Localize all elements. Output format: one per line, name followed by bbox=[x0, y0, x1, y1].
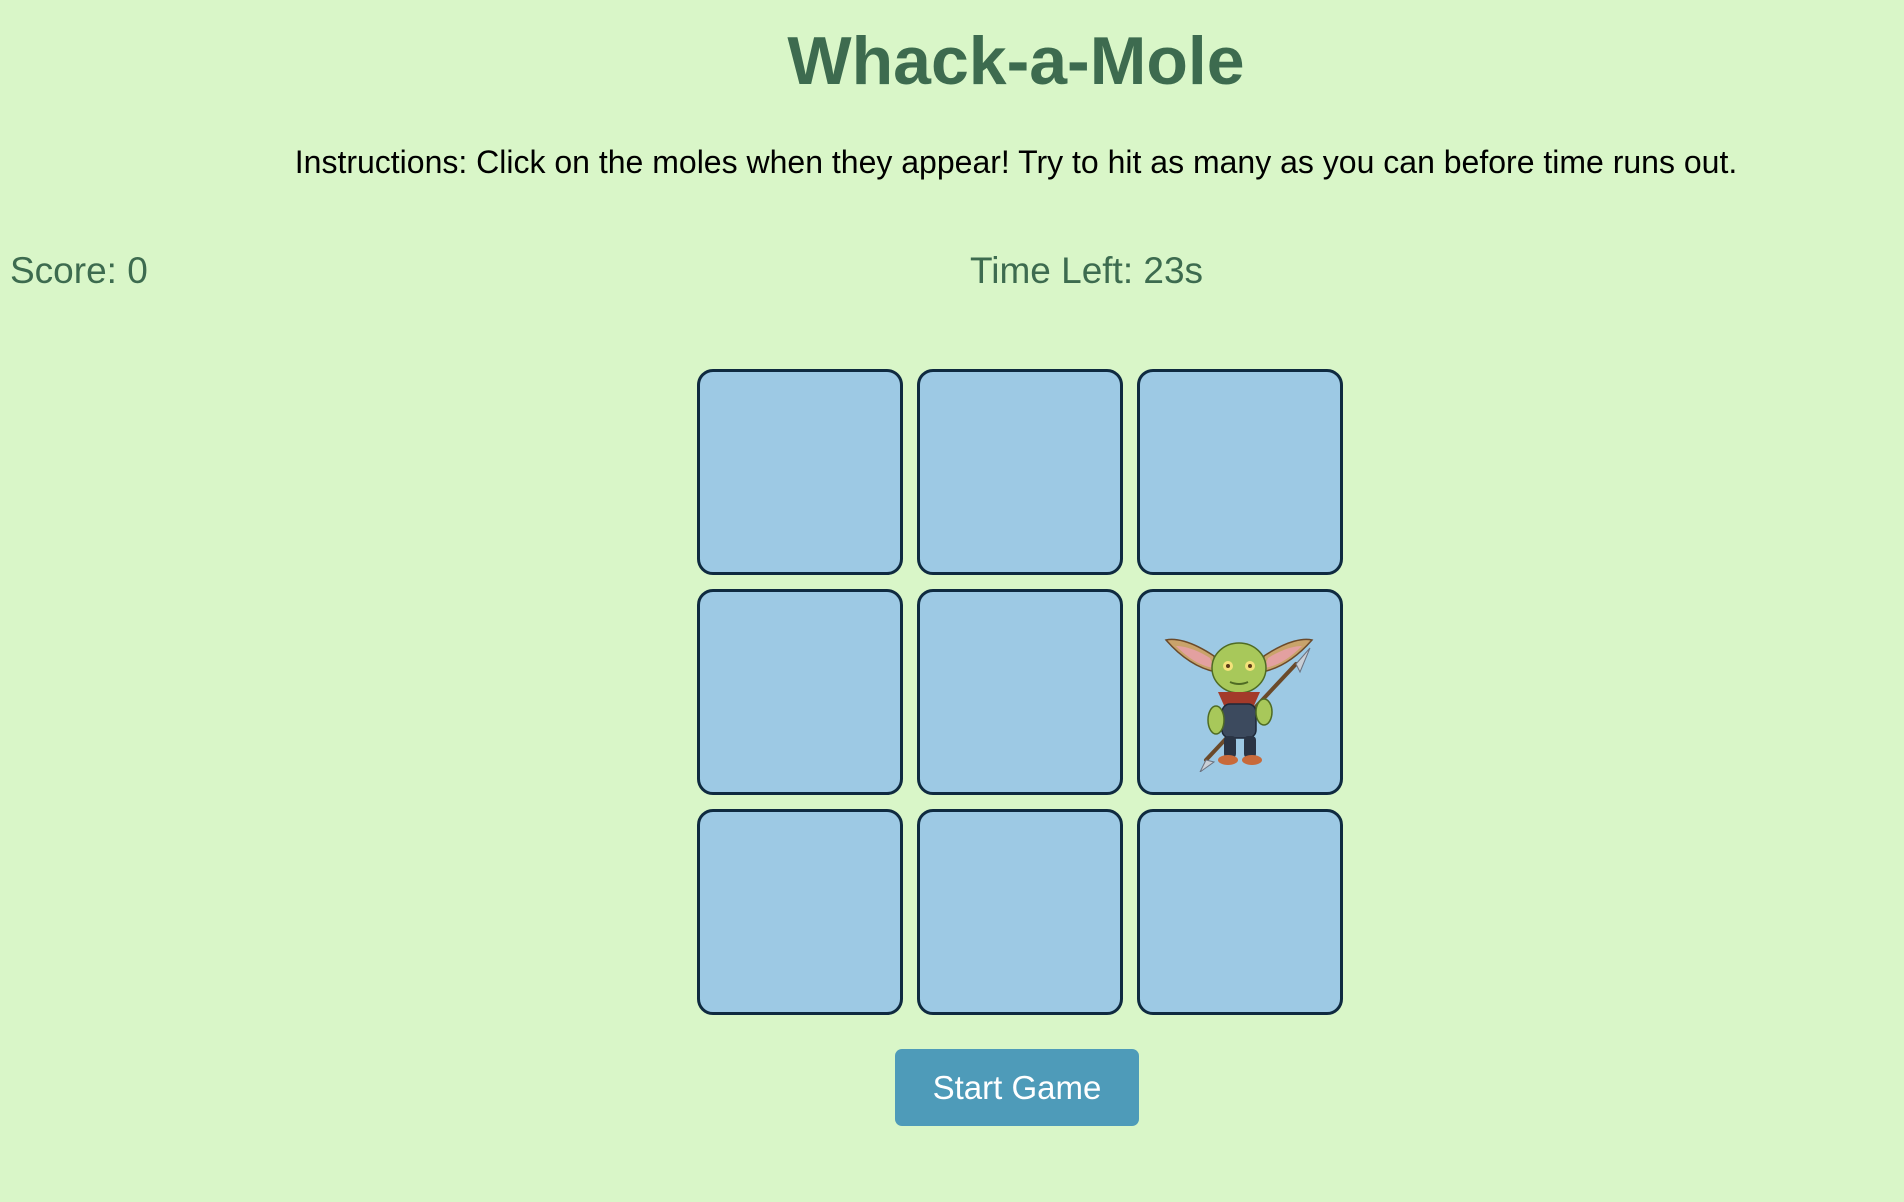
hole-3[interactable] bbox=[1137, 369, 1343, 575]
goblin-with-spear-icon[interactable] bbox=[1160, 612, 1320, 772]
hole-8[interactable] bbox=[917, 809, 1123, 1015]
hole-6[interactable] bbox=[1137, 589, 1343, 795]
hole-4[interactable] bbox=[697, 589, 903, 795]
hole-1[interactable] bbox=[697, 369, 903, 575]
instructions-text: Instructions: Click on the moles when th… bbox=[294, 144, 1738, 180]
score-display: Score: 0 bbox=[10, 250, 148, 291]
hole-5[interactable] bbox=[917, 589, 1123, 795]
mole-grid bbox=[697, 369, 1343, 1015]
hole-9[interactable] bbox=[1137, 809, 1343, 1015]
hole-7[interactable] bbox=[697, 809, 903, 1015]
start-game-button[interactable]: Start Game bbox=[895, 1049, 1139, 1126]
game-title: Whack-a-Mole bbox=[787, 23, 1245, 99]
time-left-display: Time Left: 23s bbox=[970, 250, 1204, 291]
hole-2[interactable] bbox=[917, 369, 1123, 575]
